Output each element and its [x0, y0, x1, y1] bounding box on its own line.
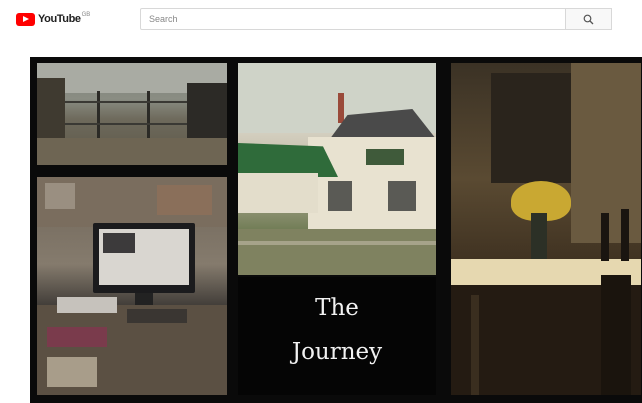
youtube-logo[interactable]: YouTube GB	[16, 12, 90, 26]
collage-photo-dining-room	[451, 63, 641, 395]
collage-photo-gate	[37, 63, 227, 165]
search-icon	[583, 14, 594, 24]
collage-photo-office	[37, 177, 227, 395]
search-button[interactable]	[566, 8, 612, 30]
collage-photo-pub	[238, 63, 436, 275]
top-bar: YouTube GB Search	[0, 0, 642, 40]
logo-region: GB	[81, 12, 91, 18]
logo-text: YouTube	[38, 13, 81, 25]
search-input[interactable]: Search	[140, 8, 566, 30]
play-logo-icon	[16, 12, 35, 26]
video-title-card: The Journey	[238, 277, 436, 395]
video-title-line-2: Journey	[291, 339, 383, 365]
video-title-line-1: The	[315, 295, 359, 321]
video-player[interactable]: The Journey	[30, 57, 642, 403]
